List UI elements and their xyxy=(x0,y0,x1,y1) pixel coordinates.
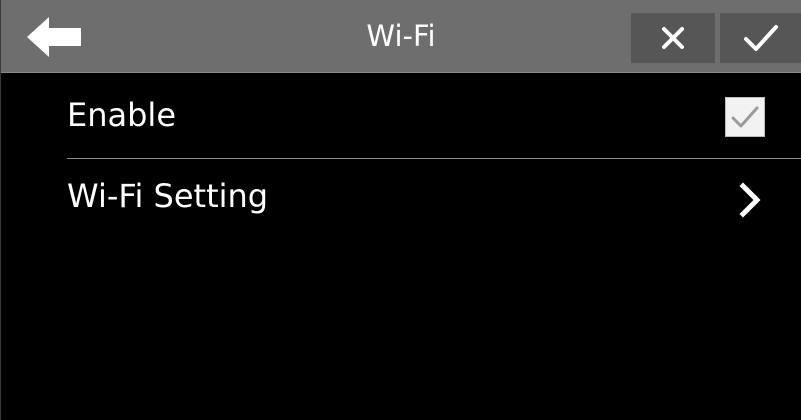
arrow-left-icon xyxy=(27,17,81,57)
header-bar: Wi-Fi xyxy=(1,0,801,73)
enable-label: Enable xyxy=(67,96,176,134)
row-divider xyxy=(67,158,801,159)
wifi-setting-label: Wi-Fi Setting xyxy=(67,177,269,215)
back-button[interactable] xyxy=(19,10,91,64)
wifi-screen: Wi-Fi Enable Wi-Fi Setting xyxy=(0,0,801,420)
checkmark-icon xyxy=(744,25,778,51)
enable-checkbox[interactable] xyxy=(725,97,765,137)
chevron-right-icon xyxy=(737,180,763,220)
page-title: Wi-Fi xyxy=(366,19,436,53)
cancel-button[interactable] xyxy=(631,13,715,63)
ok-button[interactable] xyxy=(720,13,801,63)
enable-row[interactable]: Enable xyxy=(67,84,801,158)
checkmark-icon xyxy=(731,106,759,128)
close-icon xyxy=(662,27,684,49)
wifi-setting-row[interactable]: Wi-Fi Setting xyxy=(67,164,801,238)
